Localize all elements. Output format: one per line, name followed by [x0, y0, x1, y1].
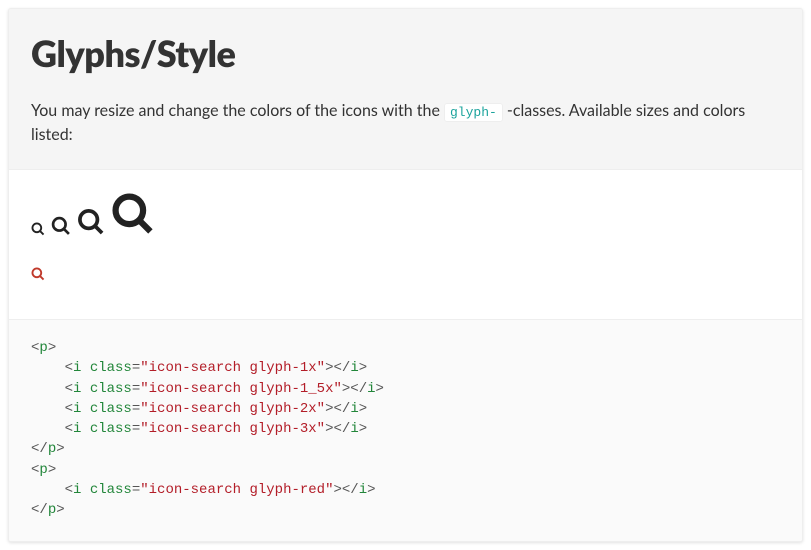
desc-text-before: You may resize and change the colors of … — [31, 101, 444, 120]
search-icon — [51, 216, 71, 236]
card-header: Glyphs/Style You may resize and change t… — [9, 9, 802, 170]
icon-color-row — [31, 266, 780, 285]
search-icon — [111, 192, 155, 236]
inline-code-glyph: glyph- — [444, 103, 503, 122]
demo-area — [9, 170, 802, 319]
icon-size-row — [31, 192, 780, 236]
search-icon — [77, 208, 105, 236]
code-example: <p> <i class="icon-search glyph-1x"></i>… — [9, 319, 802, 541]
page-description: You may resize and change the colors of … — [31, 99, 780, 147]
style-guide-card: Glyphs/Style You may resize and change t… — [8, 8, 803, 542]
search-icon — [31, 221, 45, 235]
page-title: Glyphs/Style — [31, 31, 780, 75]
search-icon — [31, 266, 45, 280]
